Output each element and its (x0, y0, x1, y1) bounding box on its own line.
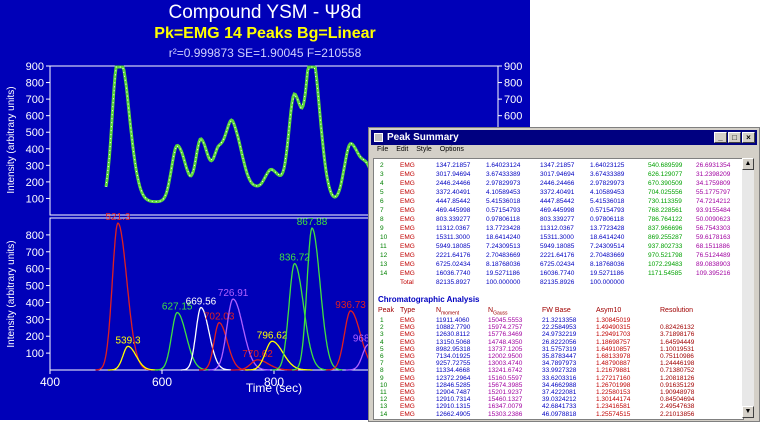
column-header: Resolution (660, 306, 693, 316)
maximize-button[interactable]: □ (728, 132, 741, 143)
bottom-y-tick-label: 200 (26, 331, 44, 343)
column-header: Peak (378, 306, 394, 316)
column-header: FW Base (542, 306, 571, 316)
total-c4: 100.000000 (590, 279, 625, 286)
x-axis-label: Time (sec) (246, 381, 302, 395)
top-y-tick-label-right: 700 (504, 94, 522, 106)
cell-type: EMG (400, 410, 415, 418)
column-header: Type (400, 306, 415, 316)
cell-fw: 46.0978818 (542, 410, 577, 418)
peak-label-6: 726.91 (218, 288, 249, 299)
menu-bar: File Edit Style Options (371, 146, 757, 157)
top-y-tick-label-right: 600 (504, 111, 522, 123)
window-icon[interactable] (374, 133, 383, 142)
cell-c5: 1171.54585 (648, 270, 682, 277)
summary-content[interactable]: 2 EMG 1347.21857 1.64023124 1347.21857 1.6402… (373, 158, 744, 420)
bottom-y-tick-label: 100 (26, 348, 44, 360)
column-header-text: Asym10 (596, 307, 622, 314)
cell-n1: 12662.4905 (436, 410, 471, 418)
top-y-axis-label: Intensity (arbitrary units) (6, 86, 17, 193)
peak-label-5: 702.03 (204, 312, 235, 323)
peak-summary-window[interactable]: Peak Summary _ □ × File Edit Style Optio… (368, 127, 760, 422)
cell-peak: 14 (380, 270, 388, 277)
top-y-tick-label: 800 (26, 78, 44, 90)
window-titlebar[interactable]: Peak Summary _ □ × (371, 130, 757, 145)
vertical-scrollbar[interactable]: ▲ ▼ (742, 158, 754, 418)
total-c3: 82135.8926 (540, 279, 575, 286)
column-header-text: Resolution (660, 307, 694, 314)
peak-curve-2 (107, 345, 159, 371)
top-y-tick-label: 900 (26, 61, 44, 73)
peak-label-9: 836.72 (279, 253, 310, 264)
cell-n2: 15303.2386 (488, 410, 523, 418)
bottom-y-tick-label: 400 (26, 297, 44, 309)
top-y-tick-label: 200 (26, 177, 44, 189)
peak-label-4: 669.56 (186, 297, 217, 308)
peak-label-1: 521.3 (105, 212, 130, 223)
total-label: Total (400, 279, 414, 286)
cell-peak: 14 (380, 410, 388, 418)
cell-asym: 1.25574515 (596, 410, 631, 418)
bottom-y-axis-label: Intensity (arbitrary units) (6, 240, 17, 347)
top-y-tick-label: 300 (26, 160, 44, 172)
menu-options[interactable]: Options (440, 146, 464, 153)
cell-res: 2.21013856 (660, 410, 695, 418)
minimize-button[interactable]: _ (714, 132, 727, 143)
bottom-y-tick-label: 500 (26, 281, 44, 293)
close-button[interactable]: × (742, 132, 755, 143)
bottom-y-tick-label: 800 (26, 230, 44, 242)
peak-label-8: 796.62 (257, 330, 288, 341)
total-c1: 82135.8927 (436, 279, 471, 286)
menu-edit[interactable]: Edit (396, 146, 408, 153)
x-tick-label: 400 (40, 375, 60, 389)
cell-c6: 109.395216 (696, 270, 731, 277)
top-y-tick-label-right: 900 (504, 61, 522, 73)
top-y-tick-label: 500 (26, 127, 44, 139)
peak-curve-3 (154, 311, 211, 371)
peak-label-2: 539.3 (115, 335, 140, 346)
peak-label-7: 770.62 (242, 349, 273, 360)
peak-curve-1 (95, 222, 152, 371)
top-y-tick-label-right: 800 (504, 78, 522, 90)
top-y-tick-label: 700 (26, 94, 44, 106)
bottom-y-tick-label: 300 (26, 314, 44, 326)
top-y-tick-label: 600 (26, 111, 44, 123)
x-tick-label: 600 (152, 375, 172, 389)
bottom-y-tick-label: 600 (26, 264, 44, 276)
chromatographic-analysis-heading: Chromatographic Analysis (378, 295, 480, 304)
top-y-tick-label: 100 (26, 193, 44, 205)
peak-label-10: 867.88 (297, 217, 328, 228)
bottom-y-tick-label: 700 (26, 247, 44, 259)
column-header-text: FW Base (542, 307, 571, 314)
top-y-tick-label: 400 (26, 144, 44, 156)
column-header-text: Peak (378, 307, 394, 314)
scroll-up-icon[interactable]: ▲ (742, 158, 754, 170)
scroll-down-icon[interactable]: ▼ (742, 406, 754, 418)
menu-style[interactable]: Style (416, 146, 432, 153)
menu-file[interactable]: File (377, 146, 388, 153)
window-title: Peak Summary (387, 132, 459, 143)
column-header-text: Type (400, 307, 416, 314)
peak-label-11: 936.73 (335, 300, 366, 311)
total-c2: 100.000000 (486, 279, 521, 286)
column-header: Asym10 (596, 306, 621, 316)
